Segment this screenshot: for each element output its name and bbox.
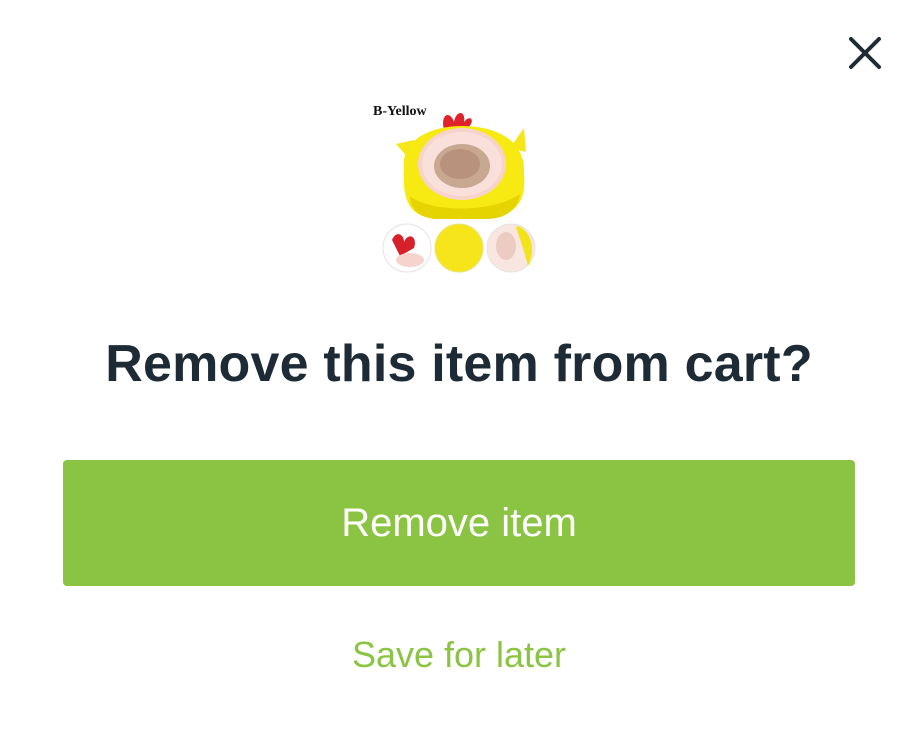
remove-item-button[interactable]: Remove item <box>63 460 855 586</box>
pet-bed-illustration <box>382 113 536 273</box>
dialog-title: Remove this item from cart? <box>105 335 813 393</box>
close-icon <box>849 37 881 69</box>
remove-item-dialog: B-Yellow Remove this item from cart? Rem… <box>0 0 918 742</box>
close-button[interactable] <box>842 30 888 76</box>
product-thumbnail: B-Yellow <box>370 100 550 280</box>
save-for-later-link[interactable]: Save for later <box>0 630 918 680</box>
